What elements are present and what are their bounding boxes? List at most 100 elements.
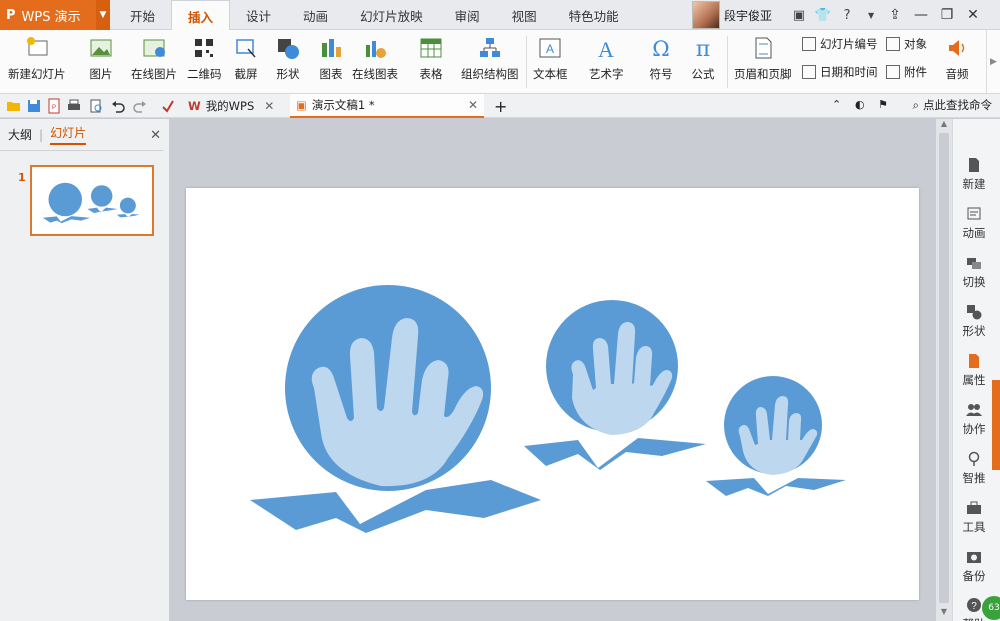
theme-icon[interactable]: ◐ <box>855 98 865 111</box>
help-icon[interactable]: ? <box>836 4 858 26</box>
restore-button[interactable]: ❐ <box>934 0 960 30</box>
formula-button[interactable]: π 公式 <box>690 32 716 92</box>
network-speed-badge[interactable]: 63 <box>982 596 1000 620</box>
export-pdf-icon[interactable]: P <box>46 98 62 114</box>
small-hand-sphere[interactable] <box>706 376 846 496</box>
minimize-button[interactable]: — <box>908 0 934 30</box>
new-slide-label: 新建幻灯片 <box>8 67 66 81</box>
task-transition[interactable]: 切换 <box>953 255 995 290</box>
screenshot-button[interactable]: 截屏 <box>233 32 259 92</box>
org-chart-label: 组织结构图 <box>461 67 519 81</box>
new-tab-button[interactable]: + <box>488 94 513 118</box>
table-button[interactable]: 表格 <box>418 32 444 92</box>
tab-slideshow[interactable]: 幻灯片放映 <box>344 0 439 30</box>
chevron-down-icon[interactable]: ▼ <box>860 4 882 26</box>
textbox-button[interactable]: A 文本框 <box>533 32 568 92</box>
date-time-button[interactable]: 日期和时间 <box>802 62 878 82</box>
header-footer-button[interactable]: 页眉和页脚 <box>734 32 792 92</box>
pin-icon[interactable] <box>160 98 176 114</box>
org-chart-button[interactable]: 组织结构图 <box>461 32 519 92</box>
chart-button[interactable]: 图表 <box>318 32 344 92</box>
screenshot-label: 截屏 <box>234 67 258 81</box>
task-animation[interactable]: 动画 <box>953 206 995 241</box>
wordart-button[interactable]: A 艺术字 <box>589 32 624 92</box>
open-folder-icon[interactable] <box>6 98 22 114</box>
avatar[interactable] <box>692 1 720 29</box>
tab-animation[interactable]: 动画 <box>287 0 344 30</box>
username[interactable]: 段宇俊亚 <box>724 7 772 24</box>
symbol-button[interactable]: Ω 符号 <box>648 32 674 92</box>
app-menu-button[interactable]: P WPS 演示 ▼ <box>0 0 110 30</box>
slide-canvas[interactable] <box>186 188 919 600</box>
task-collaborate[interactable]: 协作 <box>953 402 995 437</box>
scroll-thumb[interactable] <box>939 133 949 603</box>
tab-review[interactable]: 审阅 <box>439 0 496 30</box>
large-hand-sphere[interactable] <box>250 285 541 533</box>
task-pane-toggle[interactable] <box>992 380 1000 470</box>
online-chart-button[interactable]: 在线图表 <box>352 32 398 92</box>
object-button[interactable]: 对象 <box>886 34 927 54</box>
org-chart-icon <box>479 38 500 57</box>
chevron-down-icon[interactable]: ▼ <box>96 0 110 30</box>
doctab-my-wps[interactable]: W 我的WPS ✕ <box>182 94 286 118</box>
slide-number-icon <box>802 37 816 51</box>
save-icon[interactable] <box>26 98 42 114</box>
online-picture-button[interactable]: 在线图片 <box>131 32 177 92</box>
tab-outline[interactable]: 大纲 <box>8 126 32 143</box>
close-button[interactable]: ✕ <box>960 0 986 30</box>
vertical-scrollbar[interactable]: ▲ ▼ <box>936 119 952 621</box>
collaborate-icon <box>966 404 982 416</box>
task-properties[interactable]: 属性 <box>953 353 995 388</box>
ribbon-divider <box>727 36 728 88</box>
task-label: 属性 <box>962 373 986 387</box>
skin-icon[interactable]: ▣ <box>788 4 810 26</box>
slide-number-button[interactable]: 幻灯片编号 <box>802 34 878 54</box>
audio-button[interactable]: 音频 <box>944 32 970 92</box>
close-icon[interactable]: ✕ <box>468 98 478 112</box>
wordart-label: 艺术字 <box>589 67 624 81</box>
print-preview-icon[interactable] <box>88 98 104 114</box>
feedback-icon[interactable]: ⚑ <box>878 98 888 111</box>
thumbnail-graphic <box>42 182 140 224</box>
undo-icon[interactable] <box>110 98 126 114</box>
command-search-label: 点此查找命令 <box>923 98 992 112</box>
doctab-presentation[interactable]: ▣ 演示文稿1 * ✕ <box>290 94 484 118</box>
close-icon[interactable]: ✕ <box>150 128 161 143</box>
medium-hand-sphere[interactable] <box>524 300 706 470</box>
redo-icon[interactable] <box>132 98 148 114</box>
command-search[interactable]: ⌕ 点此查找命令 <box>913 97 992 113</box>
shape-button[interactable]: 形状 <box>275 32 301 92</box>
scroll-down-icon[interactable]: ▼ <box>936 607 952 621</box>
task-label: 协作 <box>962 422 986 436</box>
toolbox-icon <box>967 501 981 514</box>
qrcode-button[interactable]: 二维码 <box>187 32 222 92</box>
task-new[interactable]: 新建 <box>953 157 995 192</box>
task-shape[interactable]: 形状 <box>953 304 995 339</box>
new-slide-button[interactable]: 新建幻灯片 <box>8 32 66 92</box>
tab-view[interactable]: 视图 <box>496 0 553 30</box>
collapse-ribbon-icon[interactable]: ⌃ <box>832 98 841 111</box>
task-tools[interactable]: 工具 <box>953 500 995 535</box>
scroll-up-icon[interactable]: ▲ <box>936 119 952 133</box>
tab-slides[interactable]: 幻灯片 <box>50 124 87 145</box>
shirt-icon[interactable]: 👕 <box>812 4 834 26</box>
task-smart-push[interactable]: 智推 <box>953 451 995 486</box>
formula-label: 公式 <box>691 67 715 81</box>
ribbon-scroll-right-icon[interactable]: ▶ <box>986 30 1000 94</box>
close-icon[interactable]: ✕ <box>264 99 274 113</box>
tab-home[interactable]: 开始 <box>114 0 171 30</box>
object-icon <box>886 37 900 51</box>
picture-button[interactable]: 图片 <box>88 32 114 92</box>
upload-icon[interactable]: ⇪ <box>882 0 908 30</box>
attachment-button[interactable]: 附件 <box>886 62 927 82</box>
tab-insert[interactable]: 插入 <box>171 0 231 31</box>
textbox-label: 文本框 <box>533 67 568 81</box>
online-chart-label: 在线图表 <box>352 67 398 81</box>
print-icon[interactable] <box>66 98 82 114</box>
transition-icon <box>967 258 981 269</box>
slide-thumbnail[interactable] <box>30 165 154 236</box>
tab-special-features[interactable]: 特色功能 <box>553 0 635 30</box>
tab-design[interactable]: 设计 <box>230 0 287 30</box>
online-picture-label: 在线图片 <box>131 67 177 81</box>
task-backup[interactable]: 备份 <box>953 549 995 584</box>
